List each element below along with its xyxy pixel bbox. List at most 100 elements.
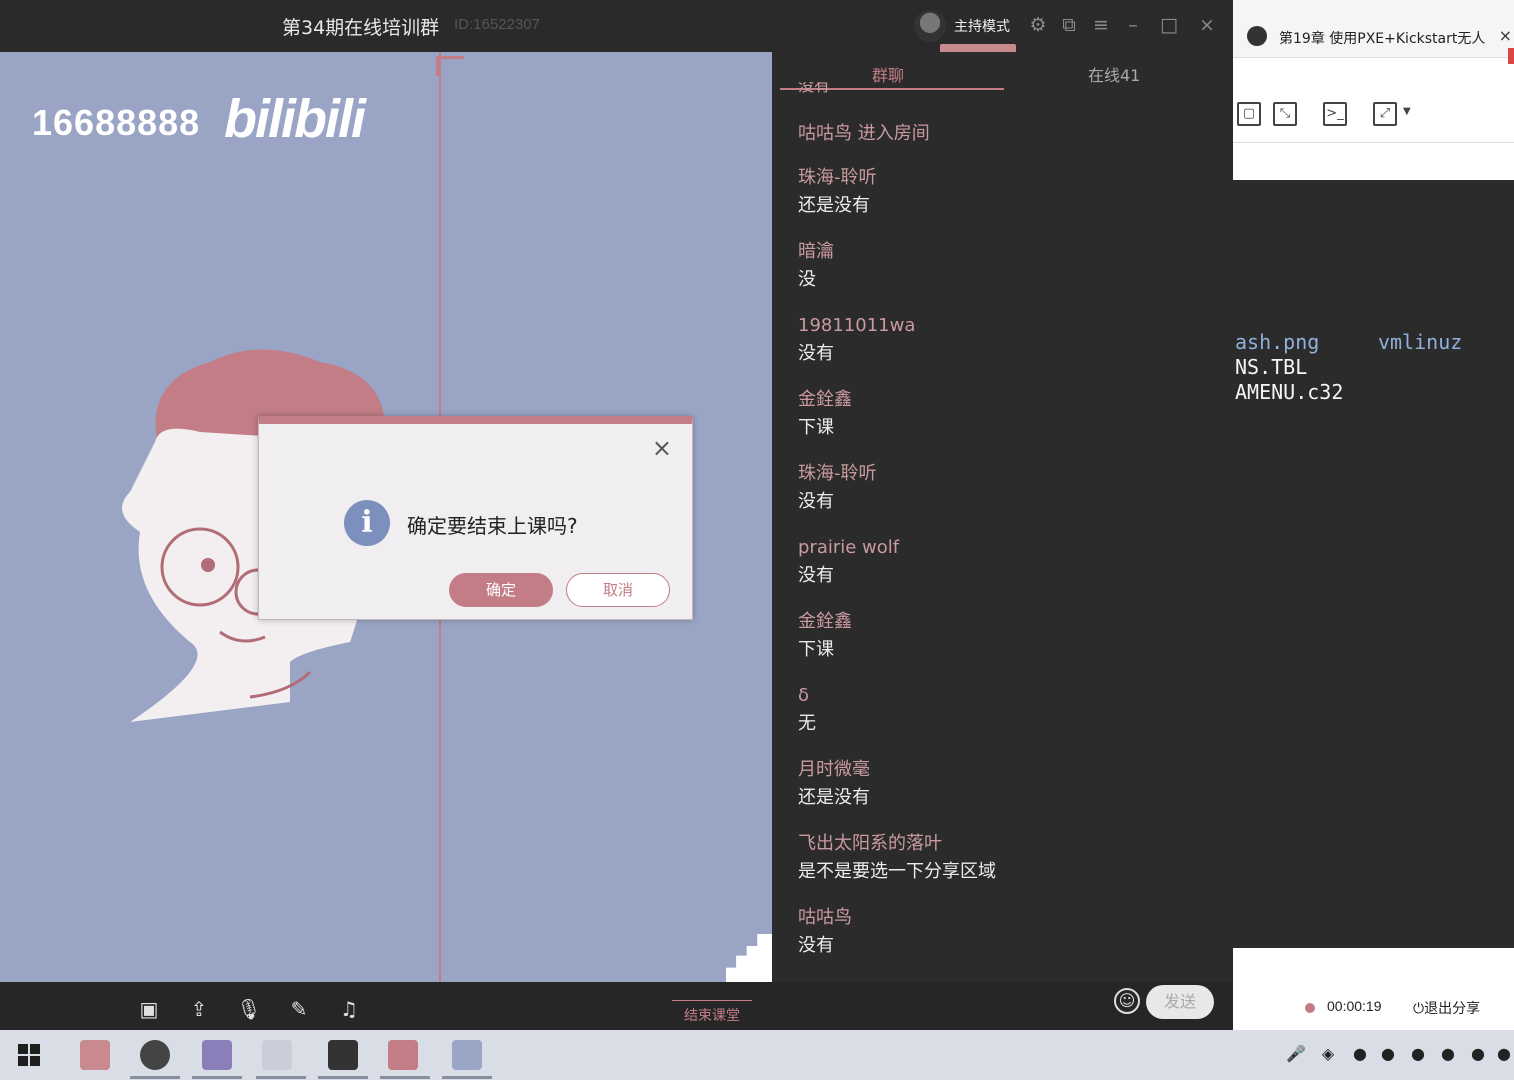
message-sender: δ — [798, 685, 810, 706]
power-icon: ⏻ — [1413, 1001, 1425, 1017]
recording-time: 00:00:19 — [1327, 998, 1382, 1014]
edit-icon[interactable]: ✎ — [286, 996, 312, 1022]
music-icon[interactable]: ♫ — [336, 996, 362, 1022]
chat-message: 金銓鑫 下课 — [798, 388, 852, 440]
message-sender: 金銓鑫 — [798, 611, 852, 632]
send-button[interactable]: 发送 — [1146, 985, 1214, 1019]
app-tray-icon[interactable]: ● — [1494, 1044, 1514, 1066]
tab-scroll-marker — [1508, 48, 1514, 64]
terminal-file: NS.TBL — [1235, 355, 1308, 379]
taskbar-vm-icon[interactable] — [202, 1040, 232, 1070]
chat-message: 咕咕鸟 进入房间 — [798, 122, 930, 146]
message-sender: prairie wolf — [798, 537, 900, 558]
taskbar-active-indicator — [318, 1076, 368, 1079]
qq-tray-icon[interactable]: ● — [1378, 1044, 1398, 1066]
message-sender: 珠海-聆听 — [798, 167, 877, 188]
eye — [201, 558, 215, 572]
terminal-file: ash.png — [1235, 330, 1320, 354]
taskbar-app-icon[interactable] — [80, 1040, 110, 1070]
chat-message: 飞出太阳系的落叶 是不是要选一下分享区域 — [798, 832, 996, 884]
taskbar-active-indicator — [256, 1076, 306, 1079]
camera-off-icon[interactable]: ▣ — [136, 996, 162, 1022]
qq-tray-icon[interactable]: ● — [1408, 1044, 1428, 1066]
microphone-tray-icon[interactable]: 🎤 — [1286, 1044, 1306, 1066]
network-tray-icon[interactable]: ◈ — [1318, 1044, 1338, 1066]
taskbar-tool-icon[interactable] — [452, 1040, 482, 1070]
taskbar-classroom-icon[interactable] — [388, 1040, 418, 1070]
menu-icon[interactable]: ≡ — [1088, 12, 1114, 38]
terminal-output: ash.png vmlinuz NS.TBL AMENU.c32 — [1233, 180, 1514, 948]
chat-message: 19811011wa 没有 — [798, 314, 915, 366]
message-sender: 19811011wa — [798, 315, 916, 336]
chat-message: δ 无 — [798, 684, 816, 736]
chat-message: 咕咕鸟 没有 — [798, 906, 852, 958]
windows-start-icon[interactable] — [18, 1044, 40, 1066]
message-sender: 咕咕鸟 进入房间 — [798, 123, 930, 144]
qq-tray-icon[interactable]: ● — [1468, 1044, 1488, 1066]
chat-message: 月时微毫 还是没有 — [798, 758, 870, 810]
toolbar-divider — [1233, 142, 1514, 143]
browser-tab-title[interactable]: 第19章 使用PXE+Kickstart无人 — [1279, 28, 1493, 48]
confirm-button[interactable]: 确定 — [449, 573, 553, 607]
fullscreen-icon[interactable]: ▢ — [1237, 102, 1261, 126]
terminal-file: vmlinuz — [1378, 330, 1463, 354]
chat-message: 暗瀹 没 — [798, 240, 834, 292]
chat-message: 珠海-聆听 还是没有 — [798, 166, 877, 218]
emoji-icon[interactable]: ☺ — [1114, 988, 1140, 1014]
browser-tab-bar: 第19章 使用PXE+Kickstart无人 × — [1233, 0, 1514, 64]
message-text: 没有 — [798, 565, 834, 586]
message-text: 无 — [798, 713, 816, 734]
stair-decoration — [726, 934, 772, 982]
end-class-button[interactable]: 结束课堂 — [672, 1000, 752, 1025]
dropdown-arrow-icon[interactable]: ▼ — [1403, 106, 1411, 117]
browser-window: 第19章 使用PXE+Kickstart无人 × ▢ ⤡ >_ ⤢ ▼ — [1233, 0, 1514, 180]
mic-icon[interactable]: 🎙 — [236, 996, 262, 1022]
share-screen-icon[interactable]: ⇪ — [186, 996, 212, 1022]
app-root: 第34期在线培训群 ID:16522307 主持模式 ⚙ ⧉ ≡ – □ × 1… — [0, 0, 1514, 1080]
message-text: 没有 — [798, 491, 834, 512]
maximize-icon[interactable]: □ — [1156, 12, 1182, 38]
minimize-icon[interactable]: – — [1120, 12, 1146, 38]
dialog-message: 确定要结束上课吗? — [407, 514, 578, 538]
exit-share-button[interactable]: ⏻退出分享 — [1413, 998, 1480, 1018]
taskbar-active-indicator — [192, 1076, 242, 1079]
resize-icon[interactable]: ⤢ — [1373, 102, 1397, 126]
taskbar-video-icon[interactable] — [328, 1040, 358, 1070]
bottom-toolbar: ▣ ⇪ 🎙 ✎ ♫ 结束课堂 ☺ 发送 — [0, 982, 1233, 1030]
chat-message: 金銓鑫 下课 — [798, 610, 852, 662]
taskbar-active-indicator — [380, 1076, 430, 1079]
taskbar-app-icon[interactable] — [262, 1040, 292, 1070]
message-sender: 咕咕鸟 — [798, 907, 852, 928]
taskbar-active-indicator — [130, 1076, 180, 1079]
tab-close-icon[interactable]: × — [1499, 26, 1512, 45]
host-avatar[interactable] — [914, 10, 946, 42]
close-icon[interactable]: × — [1194, 12, 1220, 38]
taskbar-browser-icon[interactable] — [140, 1040, 170, 1070]
settings-icon[interactable]: ⚙ — [1025, 12, 1051, 38]
tab-online[interactable]: 在线41 — [1088, 62, 1140, 86]
message-text: 是不是要选一下分享区域 — [798, 861, 996, 882]
message-sender: 月时微毫 — [798, 759, 870, 780]
share-corner-marker — [436, 56, 464, 76]
terminal-file: AMENU.c32 — [1235, 380, 1344, 404]
title-bar: 第34期在线培训群 ID:16522307 主持模式 ⚙ ⧉ ≡ – □ × — [0, 0, 1230, 54]
host-mode-label: 主持模式 — [954, 19, 1010, 35]
qq-tray-icon[interactable]: ● — [1438, 1044, 1458, 1066]
message-text: 还是没有 — [798, 787, 870, 808]
confirm-dialog: × i 确定要结束上课吗? 确定 取消 — [258, 416, 693, 620]
chat-message: prairie wolf 没有 — [798, 536, 899, 588]
popout-icon[interactable]: ⧉ — [1056, 12, 1082, 38]
app-tray-icon[interactable]: ● — [1350, 1044, 1370, 1066]
message-sender: 暗瀹 — [798, 241, 834, 262]
exit-fullscreen-icon[interactable]: ⤡ — [1273, 102, 1297, 126]
terminal-icon[interactable]: >_ — [1323, 102, 1347, 126]
room-title: 第34期在线培训群 — [282, 17, 440, 39]
clipped-message: 没有 — [798, 82, 831, 95]
tab-group-chat[interactable]: 群聊 — [872, 62, 904, 86]
watermark-number: 16688888 — [32, 102, 201, 143]
chat-panel: 群聊 在线41 没有 咕咕鸟 进入房间 珠海-聆听 还是没有 暗瀹 没 1981… — [772, 52, 1232, 982]
message-text: 没有 — [798, 935, 834, 956]
dialog-close-icon[interactable]: × — [652, 436, 672, 460]
taskbar: 🎤 ◈ ● ● ● ● ● ● — [0, 1030, 1514, 1080]
cancel-button[interactable]: 取消 — [566, 573, 670, 607]
